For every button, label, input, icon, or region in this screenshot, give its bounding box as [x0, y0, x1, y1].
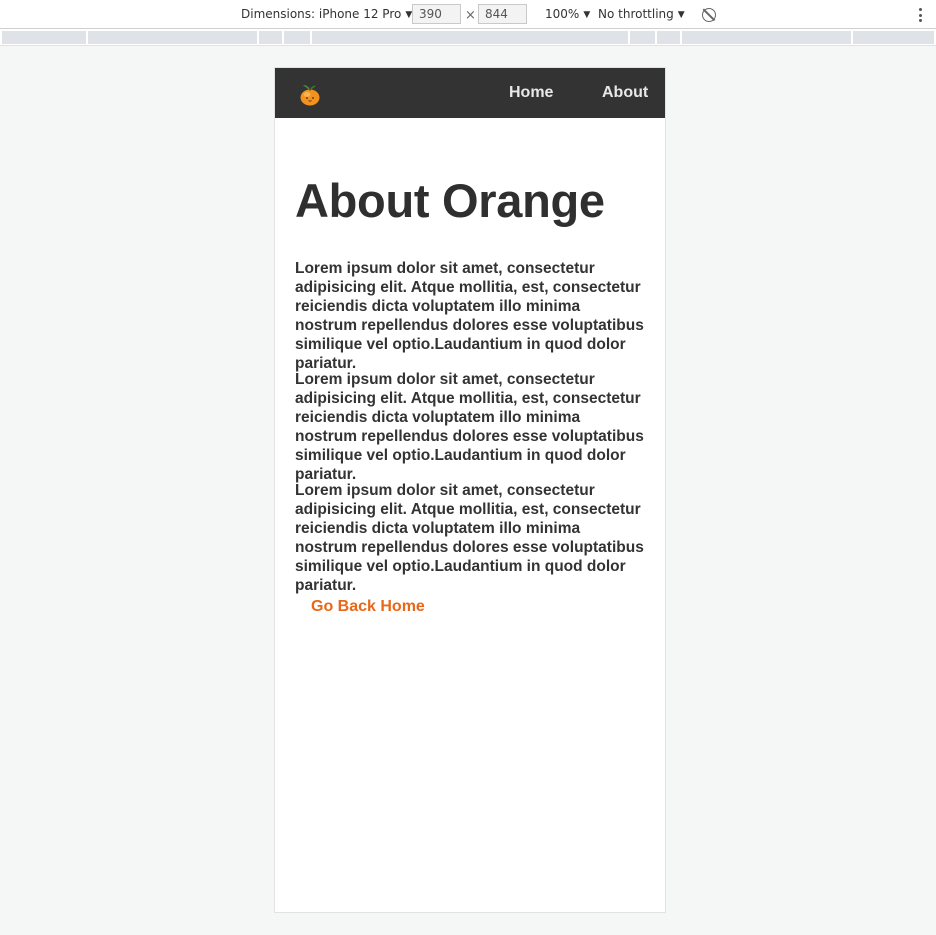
chevron-down-icon: ▼: [677, 10, 685, 20]
zoom-dropdown[interactable]: 100% ▼: [545, 0, 590, 29]
chevron-down-icon: ▼: [583, 10, 591, 20]
orange-fruit-icon[interactable]: [297, 80, 323, 106]
media-query-segment[interactable]: [657, 31, 680, 44]
main-content: About Orange Lorem ipsum dolor sit amet,…: [295, 173, 645, 615]
device-dimensions-dropdown[interactable]: Dimensions: iPhone 12 Pro ▼: [241, 0, 412, 29]
dimensions-separator: ×: [465, 8, 476, 23]
throttling-dropdown[interactable]: No throttling ▼: [598, 0, 685, 29]
navbar: Home About: [275, 68, 665, 118]
nav-link-about[interactable]: About: [602, 68, 648, 118]
media-query-segment[interactable]: [312, 31, 628, 44]
disable-rotate-icon[interactable]: [702, 8, 716, 22]
devtools-device-toolbar: Dimensions: iPhone 12 Pro▼ × 100%▼ No th…: [0, 0, 936, 29]
zoom-label: 100%: [545, 7, 580, 21]
throttling-label: No throttling: [598, 7, 674, 21]
media-query-segment[interactable]: [259, 31, 282, 44]
go-back-home-link[interactable]: Go Back Home: [311, 598, 425, 616]
media-query-segment[interactable]: [630, 31, 655, 44]
page-title: About Orange: [295, 174, 605, 227]
media-query-segment[interactable]: [284, 31, 310, 44]
media-query-segment[interactable]: [853, 31, 934, 44]
device-dimensions-label: Dimensions: iPhone 12 Pro: [241, 7, 402, 21]
viewport-width-input[interactable]: [412, 4, 461, 24]
body-paragraph: Lorem ipsum dolor sit amet, consectetur …: [295, 482, 644, 594]
device-viewport: Home About About Orange Lorem ipsum dolo…: [275, 68, 665, 912]
media-query-segment[interactable]: [2, 31, 86, 44]
body-paragraph: Lorem ipsum dolor sit amet, consectetur …: [295, 260, 644, 372]
media-query-segment[interactable]: [88, 31, 257, 44]
viewport-height-input[interactable]: [478, 4, 527, 24]
body-paragraph: Lorem ipsum dolor sit amet, consectetur …: [295, 371, 644, 483]
more-options-icon[interactable]: [914, 6, 926, 24]
nav-link-home[interactable]: Home: [509, 68, 553, 118]
media-query-segment[interactable]: [682, 31, 851, 44]
media-query-ruler: [0, 29, 936, 46]
